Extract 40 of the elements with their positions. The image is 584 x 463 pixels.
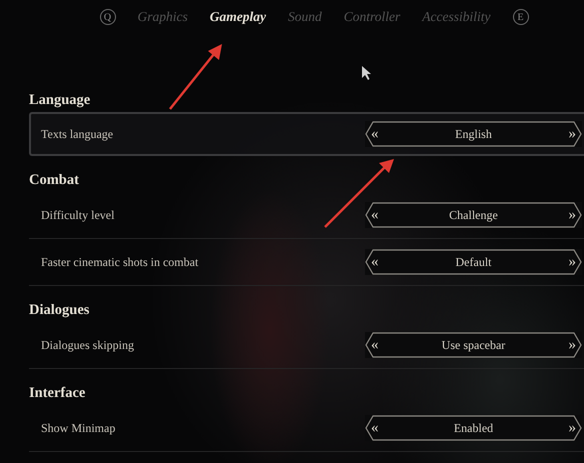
previous-option-button[interactable]: « xyxy=(365,126,384,142)
setting-row[interactable]: Dialogues skipping « Use spacebar » xyxy=(29,322,584,369)
option-selector[interactable]: « Challenge » xyxy=(365,202,582,228)
setting-row[interactable]: Texts language « English » xyxy=(29,112,584,156)
previous-option-button[interactable]: « xyxy=(365,338,384,352)
next-option-button[interactable]: » xyxy=(562,338,582,352)
cursor-icon xyxy=(362,66,371,80)
option-value: Use spacebar xyxy=(440,338,506,352)
next-option-button[interactable]: » xyxy=(562,420,582,436)
key-hint[interactable]: E xyxy=(512,9,528,25)
option-value: Default xyxy=(454,254,492,270)
next-option-button[interactable]: » xyxy=(562,208,582,222)
setting-row[interactable]: Difficulty level « Challenge » xyxy=(29,192,584,239)
section-heading: Combat xyxy=(29,171,80,190)
next-option-button[interactable]: » xyxy=(562,126,582,142)
setting-row[interactable]: Faster cinematic shots in combat « Default » xyxy=(29,239,584,286)
setting-label: Faster cinematic shots in combat xyxy=(41,254,200,270)
setting-row[interactable]: Show Minimap « Enabled » xyxy=(29,405,584,452)
option-value: Challenge xyxy=(448,208,499,222)
option-selector[interactable]: « English » xyxy=(365,121,582,147)
annotation-arrow xyxy=(324,159,394,228)
next-option-button[interactable]: » xyxy=(562,254,582,270)
option-selector[interactable]: « Enabled » xyxy=(365,415,582,441)
tab[interactable]: Gameplay xyxy=(210,9,266,25)
setting-label: Show Minimap xyxy=(41,420,116,436)
section-heading: Interface xyxy=(29,384,86,403)
option-selector[interactable]: « Default » xyxy=(365,249,582,275)
section-heading: Language xyxy=(29,91,92,110)
previous-option-button[interactable]: « xyxy=(365,420,384,436)
previous-option-button[interactable]: « xyxy=(365,208,384,222)
option-selector[interactable]: « Use spacebar » xyxy=(365,332,582,358)
option-value: English xyxy=(454,126,493,142)
setting-label: Texts language xyxy=(41,126,114,142)
option-value: Enabled xyxy=(452,420,494,436)
setting-label: Difficulty level xyxy=(41,208,116,222)
setting-label: Dialogues skipping xyxy=(41,338,135,352)
section-heading: Dialogues xyxy=(29,301,90,320)
key-hint[interactable]: Q xyxy=(100,9,116,25)
annotation-arrow xyxy=(169,44,222,110)
previous-option-button[interactable]: « xyxy=(365,254,384,270)
